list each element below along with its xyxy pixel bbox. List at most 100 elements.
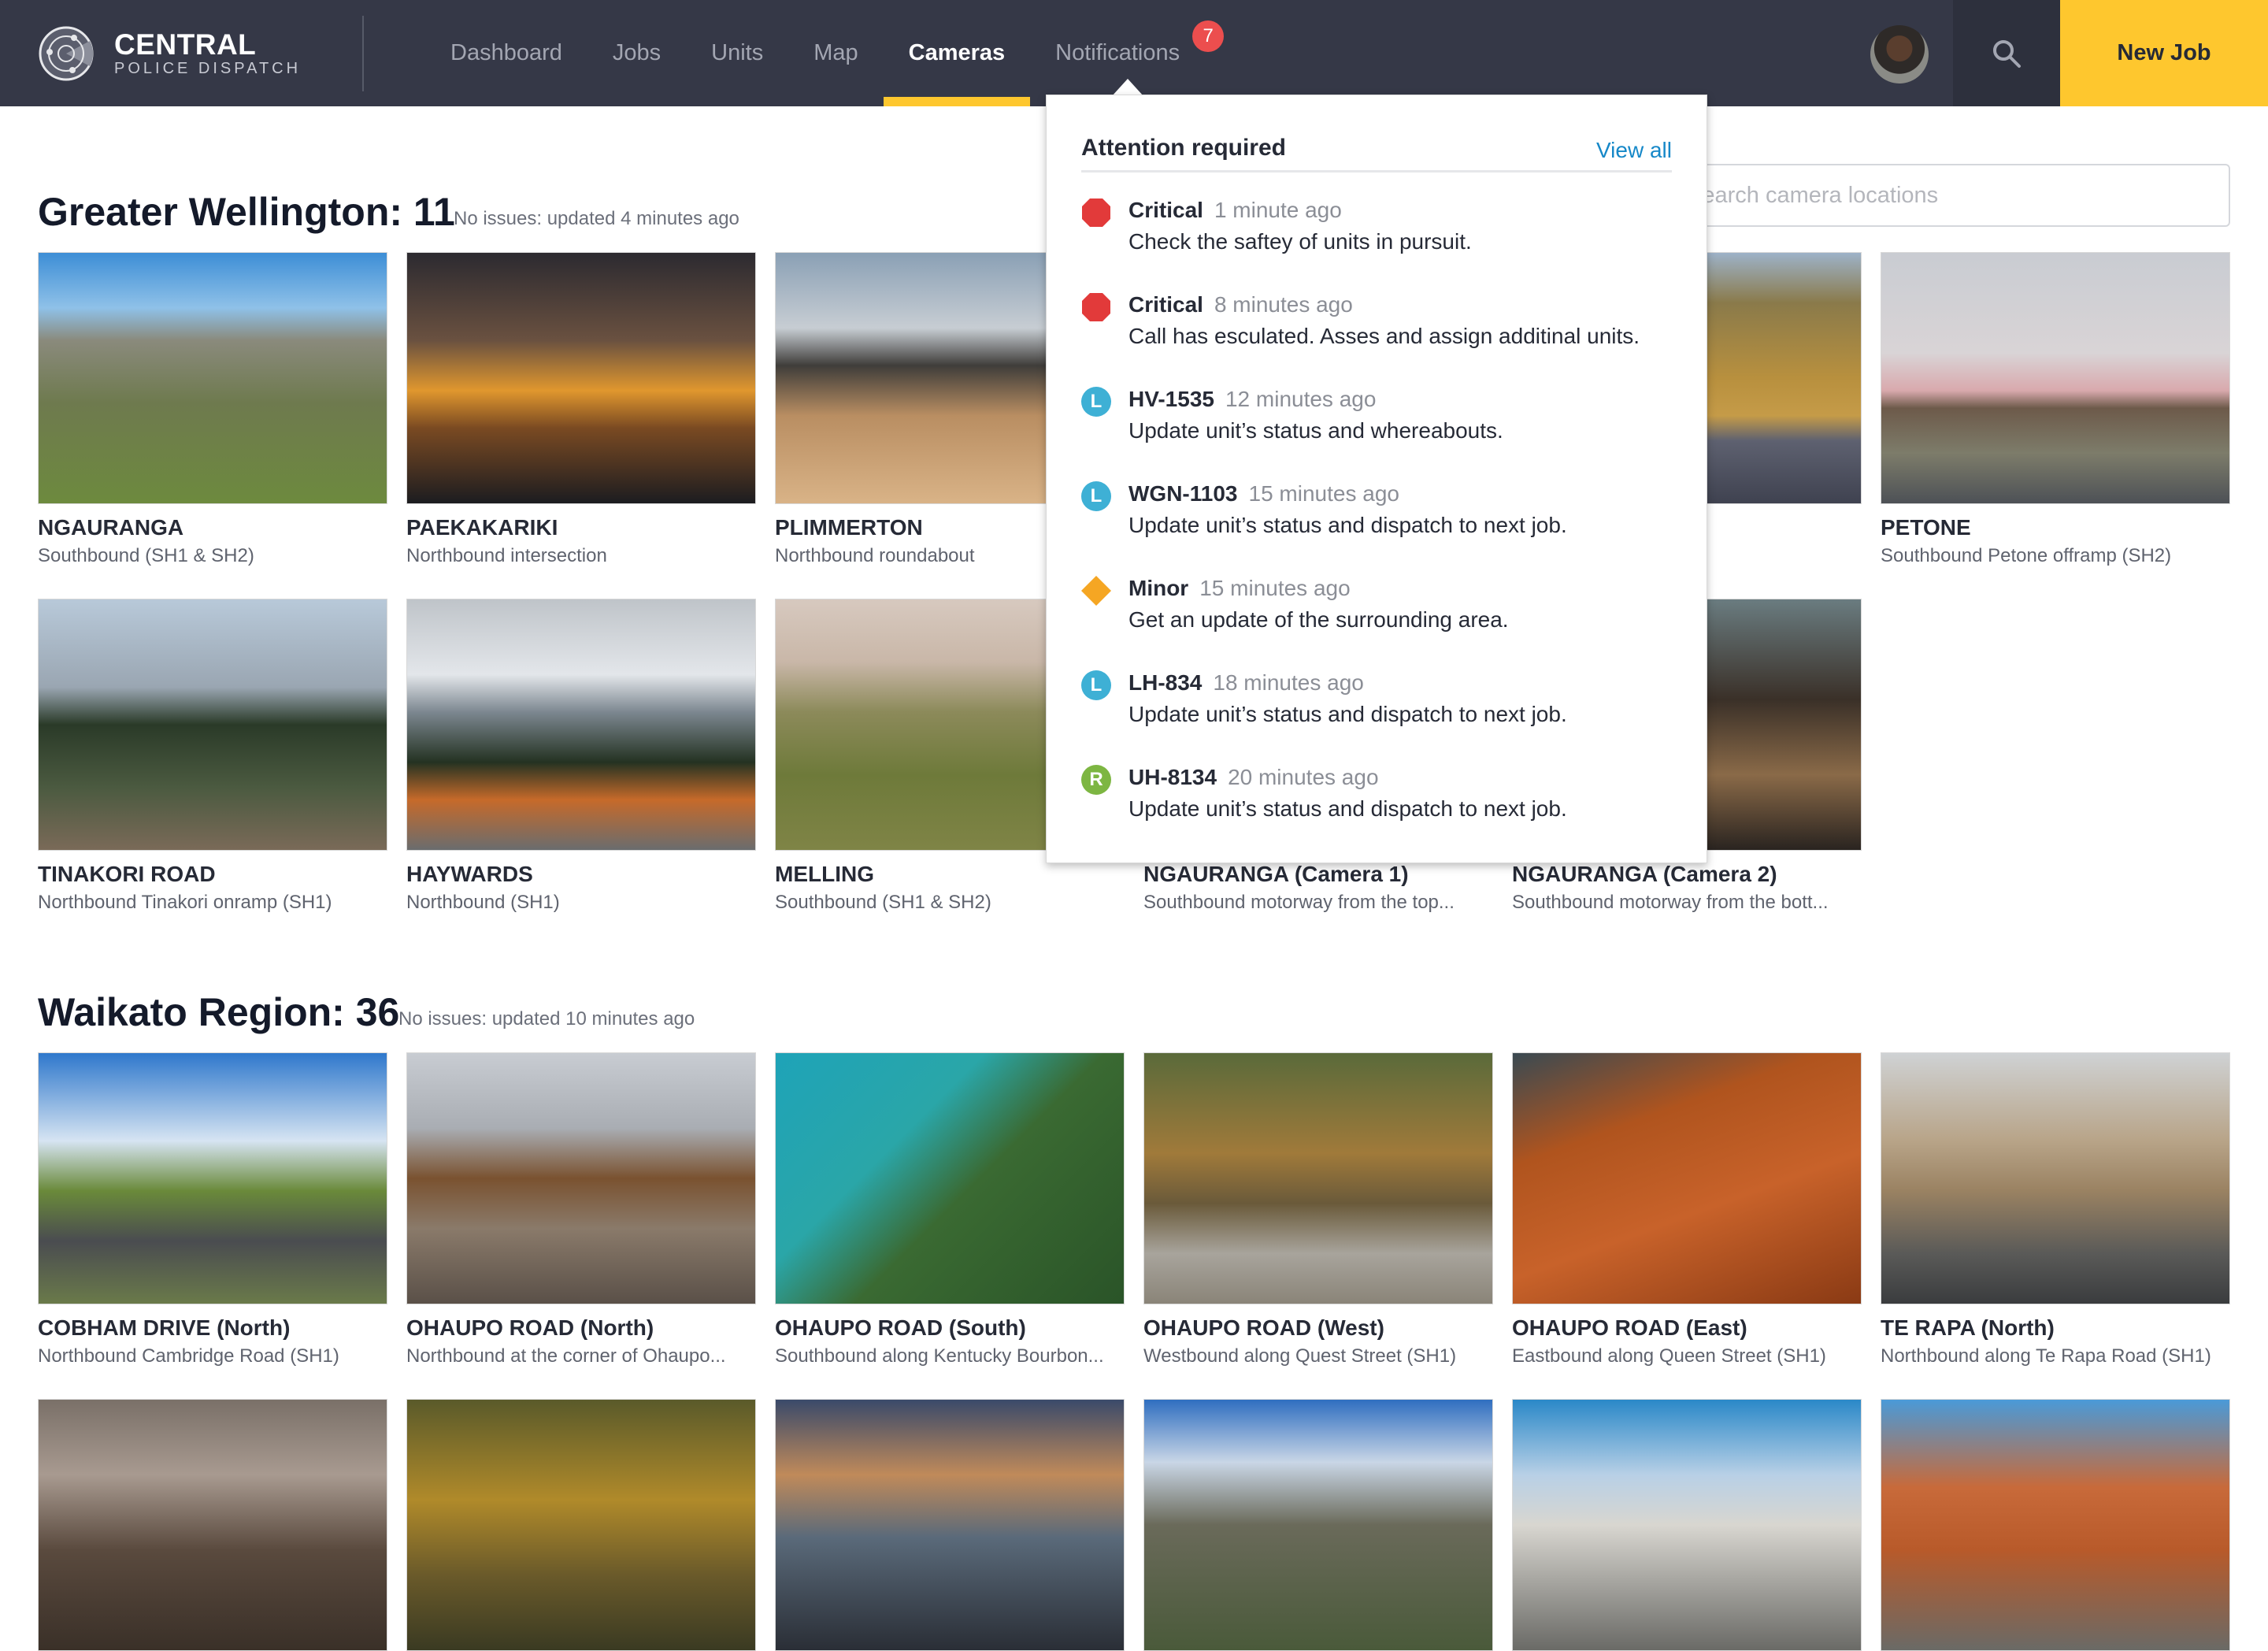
popover-header: Attention required View all bbox=[1081, 135, 1672, 173]
notification-time: 20 minutes ago bbox=[1228, 765, 1379, 789]
camera-thumbnail[interactable] bbox=[1512, 1399, 1862, 1651]
popover-arrow bbox=[1112, 79, 1143, 96]
camera-title: OHAUPO ROAD (North) bbox=[406, 1315, 654, 1340]
camera-thumbnail bbox=[775, 1052, 1125, 1304]
notification-label: UH-8134 bbox=[1128, 765, 1217, 789]
search-button[interactable] bbox=[1953, 0, 2060, 106]
unit-l-icon: L bbox=[1081, 670, 1111, 700]
camera-subtitle: Westbound along Quest Street (SH1) bbox=[1143, 1345, 1457, 1367]
camera-thumbnail bbox=[1512, 1052, 1862, 1304]
notification-time: 15 minutes ago bbox=[1199, 576, 1351, 600]
notification-item[interactable]: Critical 8 minutes ago Call has esculated… bbox=[1081, 292, 1672, 371]
camera-thumbnail bbox=[38, 252, 387, 504]
nav-units[interactable]: Units bbox=[686, 0, 788, 106]
notification-item[interactable]: L HV-1535 12 minutes ago Update unit’s st… bbox=[1081, 387, 1672, 466]
notification-time: 18 minutes ago bbox=[1213, 670, 1364, 695]
camera-thumbnail[interactable] bbox=[775, 1399, 1125, 1651]
camera-title: TE RAPA (North) bbox=[1881, 1315, 2055, 1340]
camera-subtitle: Northbound Cambridge Road (SH1) bbox=[38, 1345, 339, 1367]
camera-title: NGAURANGA bbox=[38, 515, 184, 540]
camera-card[interactable]: OHAUPO ROAD (North) Northbound at the co… bbox=[406, 1052, 756, 1367]
camera-title: PAEKAKARIKI bbox=[406, 515, 558, 540]
camera-subtitle: Southbound motorway from the bott... bbox=[1512, 892, 1829, 913]
brand-title: CENTRAL bbox=[114, 28, 257, 61]
section-status: No issues: updated 10 minutes ago bbox=[398, 1008, 695, 1030]
camera-thumbnail bbox=[38, 1052, 387, 1304]
camera-title: PETONE bbox=[1881, 515, 1971, 540]
notification-item[interactable]: L LH-834 18 minutes ago Update unit’s sta… bbox=[1081, 670, 1672, 749]
camera-card[interactable]: COBHAM DRIVE (North) Northbound Cambridg… bbox=[38, 1052, 387, 1367]
brand-subtitle: POLICE DISPATCH bbox=[114, 60, 302, 77]
camera-card[interactable]: OHAUPO ROAD (East) Eastbound along Queen… bbox=[1512, 1052, 1862, 1367]
camera-card[interactable]: OHAUPO ROAD (West) Westbound along Quest… bbox=[1143, 1052, 1493, 1367]
popover-title: Attention required bbox=[1081, 135, 1286, 161]
unit-r-icon: R bbox=[1081, 765, 1111, 795]
notifications-popover: Attention required View all Critical 1 mi… bbox=[1046, 95, 1707, 863]
camera-card[interactable]: TE RAPA (North) Northbound along Te Rapa… bbox=[1881, 1052, 2230, 1367]
unit-l-icon: L bbox=[1081, 387, 1111, 417]
notification-message: Get an update of the surrounding area. bbox=[1128, 607, 1509, 632]
nav-map[interactable]: Map bbox=[788, 0, 883, 106]
header-divider bbox=[362, 16, 364, 91]
section-title-greater-wellington: Greater Wellington: 11 bbox=[38, 190, 455, 234]
camera-subtitle: Southbound (SH1 & SH2) bbox=[775, 892, 991, 913]
camera-subtitle: Eastbound along Queen Street (SH1) bbox=[1512, 1345, 1826, 1367]
camera-thumbnail bbox=[406, 252, 756, 504]
nav-notifications-label: Notifications bbox=[1055, 40, 1180, 65]
view-all-link[interactable]: View all bbox=[1596, 138, 1672, 163]
critical-octagon-icon bbox=[1082, 198, 1110, 227]
notification-count-badge: 7 bbox=[1192, 20, 1225, 52]
camera-thumbnail[interactable] bbox=[1881, 1399, 2230, 1651]
camera-card[interactable]: TINAKORI ROAD Northbound Tinakori onramp… bbox=[38, 599, 387, 914]
camera-subtitle: Southbound along Kentucky Bourbon... bbox=[775, 1345, 1104, 1367]
notification-item[interactable]: L WGN-1103 15 minutes ago Update unit’s s… bbox=[1081, 481, 1672, 560]
camera-card[interactable]: PETONE Southbound Petone offramp (SH2) bbox=[1881, 252, 2230, 567]
camera-subtitle: Northbound Tinakori onramp (SH1) bbox=[38, 892, 332, 913]
section-title-waikato-region: Waikato Region: 36 bbox=[38, 990, 400, 1034]
camera-subtitle: Northbound (SH1) bbox=[406, 892, 560, 913]
camera-thumbnail bbox=[1881, 1052, 2230, 1304]
nav-jobs[interactable]: Jobs bbox=[587, 0, 686, 106]
camera-search-input[interactable] bbox=[1662, 164, 2230, 227]
nav-dashboard[interactable]: Dashboard bbox=[425, 0, 587, 106]
notification-item[interactable]: Critical 1 minute ago Check the saftey of… bbox=[1081, 198, 1672, 276]
nav-cameras[interactable]: Cameras bbox=[883, 0, 1031, 106]
camera-title: COBHAM DRIVE (North) bbox=[38, 1315, 291, 1340]
camera-subtitle: Southbound motorway from the top... bbox=[1143, 892, 1455, 913]
notification-item[interactable]: Minor 15 minutes ago Get an update of the… bbox=[1081, 576, 1672, 655]
notification-message: Update unit’s status and dispatch to nex… bbox=[1128, 513, 1567, 537]
user-avatar[interactable] bbox=[1870, 25, 1929, 83]
camera-subtitle: Northbound along Te Rapa Road (SH1) bbox=[1881, 1345, 2211, 1367]
camera-subtitle: Northbound at the corner of Ohaupo... bbox=[406, 1345, 726, 1367]
camera-card[interactable]: OHAUPO ROAD (South) Southbound along Ken… bbox=[775, 1052, 1125, 1367]
camera-thumbnail[interactable] bbox=[38, 1399, 387, 1651]
camera-card[interactable]: NGAURANGA Southbound (SH1 & SH2) bbox=[38, 252, 387, 567]
camera-thumbnail bbox=[1143, 1052, 1493, 1304]
notification-message: Update unit’s status and whereabouts. bbox=[1128, 418, 1503, 443]
notification-time: 8 minutes ago bbox=[1214, 292, 1353, 317]
notification-label: Minor bbox=[1128, 576, 1189, 600]
camera-title: OHAUPO ROAD (West) bbox=[1143, 1315, 1384, 1340]
camera-thumbnail bbox=[38, 599, 387, 851]
camera-thumbnail bbox=[406, 1052, 756, 1304]
notification-label: HV-1535 bbox=[1128, 387, 1214, 411]
camera-thumbnail[interactable] bbox=[1143, 1399, 1493, 1651]
new-job-button[interactable]: New Job bbox=[2060, 0, 2268, 106]
camera-title: OHAUPO ROAD (East) bbox=[1512, 1315, 1747, 1340]
camera-card[interactable]: PAEKAKARIKI Northbound intersection bbox=[406, 252, 756, 567]
camera-subtitle: Northbound intersection bbox=[406, 545, 607, 566]
camera-title: TINAKORI ROAD bbox=[38, 862, 216, 886]
camera-title: MELLING bbox=[775, 862, 874, 886]
notification-message: Update unit’s status and dispatch to nex… bbox=[1128, 796, 1567, 821]
camera-thumbnail[interactable] bbox=[406, 1399, 756, 1651]
notification-message: Update unit’s status and dispatch to nex… bbox=[1128, 702, 1567, 726]
notification-item[interactable]: R UH-8134 20 minutes ago Update unit’s st… bbox=[1081, 765, 1672, 844]
camera-subtitle: Southbound (SH1 & SH2) bbox=[38, 545, 254, 566]
critical-octagon-icon bbox=[1082, 293, 1110, 321]
notification-time: 15 minutes ago bbox=[1248, 481, 1399, 506]
unit-l-icon: L bbox=[1081, 481, 1111, 511]
camera-title: NGAURANGA (Camera 1) bbox=[1143, 862, 1409, 886]
camera-thumbnail bbox=[406, 599, 756, 851]
camera-card[interactable]: HAYWARDS Northbound (SH1) bbox=[406, 599, 756, 914]
notification-label: WGN-1103 bbox=[1128, 481, 1238, 506]
